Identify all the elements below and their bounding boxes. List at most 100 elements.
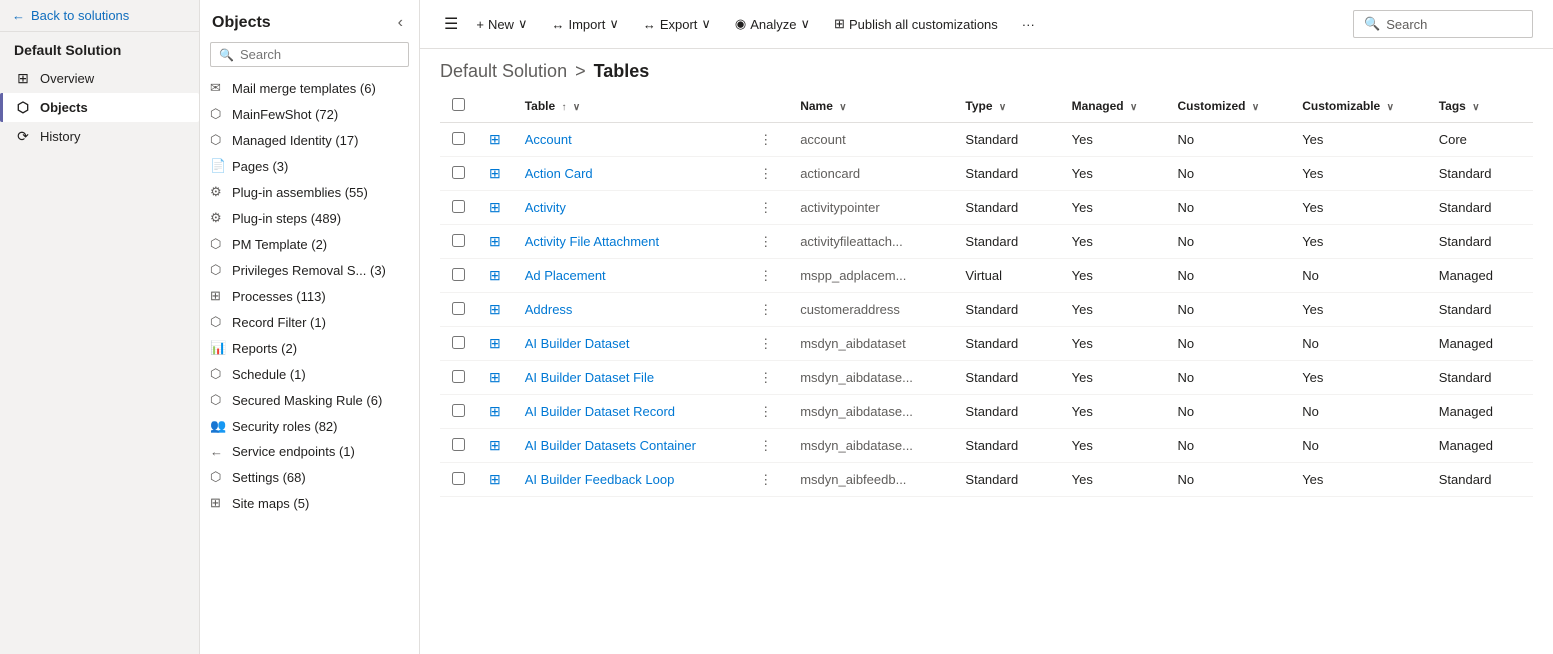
table-name-link[interactable]: AI Builder Dataset Record <box>525 404 675 419</box>
list-item[interactable]: ⬡Schedule (1) <box>200 361 419 387</box>
list-item-label: Plug-in assemblies (55) <box>232 185 409 200</box>
list-item-icon: ⬡ <box>210 236 226 252</box>
list-item[interactable]: 📊Reports (2) <box>200 335 419 361</box>
row-more-options-button[interactable]: ⋮ <box>755 436 776 455</box>
row-more-options-button[interactable]: ⋮ <box>755 164 776 183</box>
list-item[interactable]: ⚙Plug-in assemblies (55) <box>200 179 419 205</box>
row-checkbox[interactable] <box>452 472 465 485</box>
row-more-options-button[interactable]: ⋮ <box>755 130 776 149</box>
row-checkbox[interactable] <box>452 166 465 179</box>
list-item[interactable]: 📄Pages (3) <box>200 153 419 179</box>
import-button[interactable]: ↔ Import ∨ <box>541 10 628 38</box>
header-customized-col[interactable]: Customized ∨ <box>1165 90 1290 123</box>
table-name-link[interactable]: AI Builder Datasets Container <box>525 438 696 453</box>
table-name-link[interactable]: Action Card <box>525 166 593 181</box>
objects-search-input[interactable] <box>240 47 400 62</box>
row-more-options-button[interactable]: ⋮ <box>755 334 776 353</box>
row-checkbox[interactable] <box>452 200 465 213</box>
table-name-link[interactable]: AI Builder Dataset <box>525 336 630 351</box>
row-more-options-button[interactable]: ⋮ <box>755 470 776 489</box>
header-tags-col[interactable]: Tags ∨ <box>1427 90 1533 123</box>
objects-search-box[interactable]: 🔍 <box>210 42 409 67</box>
select-all-checkbox[interactable] <box>452 98 465 111</box>
header-table-col[interactable]: Table ↑ ∨ <box>513 90 743 123</box>
list-item[interactable]: ✉Mail merge templates (6) <box>200 75 419 101</box>
row-checkbox[interactable] <box>452 336 465 349</box>
row-checkbox[interactable] <box>452 132 465 145</box>
row-icon-cell: ⊞ <box>477 123 513 157</box>
analyze-button[interactable]: ◉ Analyze ∨ <box>725 10 820 38</box>
row-more-options-button[interactable]: ⋮ <box>755 198 776 217</box>
row-customizable-cell: No <box>1290 327 1427 361</box>
list-item[interactable]: ⊞ Site maps (5) <box>200 490 419 516</box>
row-checkbox[interactable] <box>452 438 465 451</box>
hamburger-menu-icon[interactable]: ☰ <box>440 10 462 38</box>
row-customized-cell: No <box>1165 395 1290 429</box>
row-customizable-cell: No <box>1290 395 1427 429</box>
row-customizable-cell: Yes <box>1290 293 1427 327</box>
table-name-link[interactable]: Activity File Attachment <box>525 234 659 249</box>
table-name-link[interactable]: Ad Placement <box>525 268 606 283</box>
top-search-box[interactable]: 🔍 Search <box>1353 10 1533 38</box>
table-name-link[interactable]: Activity <box>525 200 566 215</box>
row-checkbox[interactable] <box>452 370 465 383</box>
header-type-col[interactable]: Type ∨ <box>953 90 1059 123</box>
sidebar-item-objects[interactable]: ⬡ Objects <box>0 93 199 122</box>
back-to-solutions-button[interactable]: ← Back to solutions <box>0 0 199 32</box>
row-managed-cell: Yes <box>1060 123 1166 157</box>
list-item-label: Processes (113) <box>232 289 409 304</box>
row-checkbox[interactable] <box>452 302 465 315</box>
sidebar-item-overview[interactable]: ⊞ Overview <box>0 64 199 93</box>
row-tags-cell: Standard <box>1427 463 1533 497</box>
list-item[interactable]: ⬡Secured Masking Rule (6) <box>200 387 419 413</box>
table-row: ⊞ AI Builder Dataset File ⋮ msdyn_aibdat… <box>440 361 1533 395</box>
list-item[interactable]: ⊞Processes (113) <box>200 283 419 309</box>
row-checkbox[interactable] <box>452 234 465 247</box>
sidebar-item-history[interactable]: ⟳ History <box>0 122 199 151</box>
row-name-cell: customeraddress <box>788 293 953 327</box>
row-checkbox[interactable] <box>452 404 465 417</box>
row-more-options-button[interactable]: ⋮ <box>755 232 776 251</box>
row-type-cell: Standard <box>953 463 1059 497</box>
list-item[interactable]: ⬡Privileges Removal S... (3) <box>200 257 419 283</box>
row-customized-cell: No <box>1165 191 1290 225</box>
export-button[interactable]: ↔ Export ∨ <box>633 10 721 38</box>
header-customizable-col[interactable]: Customizable ∨ <box>1290 90 1427 123</box>
publish-button[interactable]: ⊞ Publish all customizations <box>824 10 1008 38</box>
collapse-panel-button[interactable]: ‹ <box>394 12 407 34</box>
table-name-link[interactable]: AI Builder Feedback Loop <box>525 472 675 487</box>
header-name-col[interactable]: Name ∨ <box>788 90 953 123</box>
row-more-options-button[interactable]: ⋮ <box>755 402 776 421</box>
table-name-link[interactable]: Account <box>525 132 572 147</box>
row-table-cell: AI Builder Datasets Container <box>513 429 743 463</box>
list-item[interactable]: ⬡Managed Identity (17) <box>200 127 419 153</box>
row-more-options-button[interactable]: ⋮ <box>755 368 776 387</box>
row-icon-cell: ⊞ <box>477 293 513 327</box>
row-customized-cell: No <box>1165 157 1290 191</box>
list-item[interactable]: ⬡Settings (68) <box>200 464 419 490</box>
table-row-icon: ⊞ <box>489 301 501 317</box>
list-item[interactable]: ⬡PM Template (2) <box>200 231 419 257</box>
sidebar-item-objects-label: Objects <box>40 100 88 115</box>
list-item[interactable]: ⬡Record Filter (1) <box>200 309 419 335</box>
new-button[interactable]: + New ∨ <box>466 10 537 38</box>
list-item-label: Site maps (5) <box>232 496 409 511</box>
table-name-link[interactable]: AI Builder Dataset File <box>525 370 654 385</box>
header-dots-col <box>743 90 788 123</box>
list-item[interactable]: ⚙Plug-in steps (489) <box>200 205 419 231</box>
row-more-options-button[interactable]: ⋮ <box>755 300 776 319</box>
table-sort-dropdown-icon[interactable]: ∨ <box>573 102 580 113</box>
list-item-icon: ⊞ <box>210 495 226 511</box>
breadcrumb-parent[interactable]: Default Solution <box>440 61 567 82</box>
table-name-link[interactable]: Address <box>525 302 573 317</box>
list-item[interactable]: ⬡MainFewShot (72) <box>200 101 419 127</box>
more-options-button[interactable]: ··· <box>1012 11 1045 38</box>
header-managed-col[interactable]: Managed ∨ <box>1060 90 1166 123</box>
row-table-cell: Account <box>513 123 743 157</box>
row-more-options-button[interactable]: ⋮ <box>755 266 776 285</box>
list-item[interactable]: ←Service endpoints (1) <box>200 439 419 464</box>
list-item[interactable]: 👥Security roles (82) <box>200 413 419 439</box>
row-checkbox[interactable] <box>452 268 465 281</box>
header-tags-label: Tags <box>1439 99 1466 113</box>
managed-sort-icon: ∨ <box>1130 102 1137 113</box>
